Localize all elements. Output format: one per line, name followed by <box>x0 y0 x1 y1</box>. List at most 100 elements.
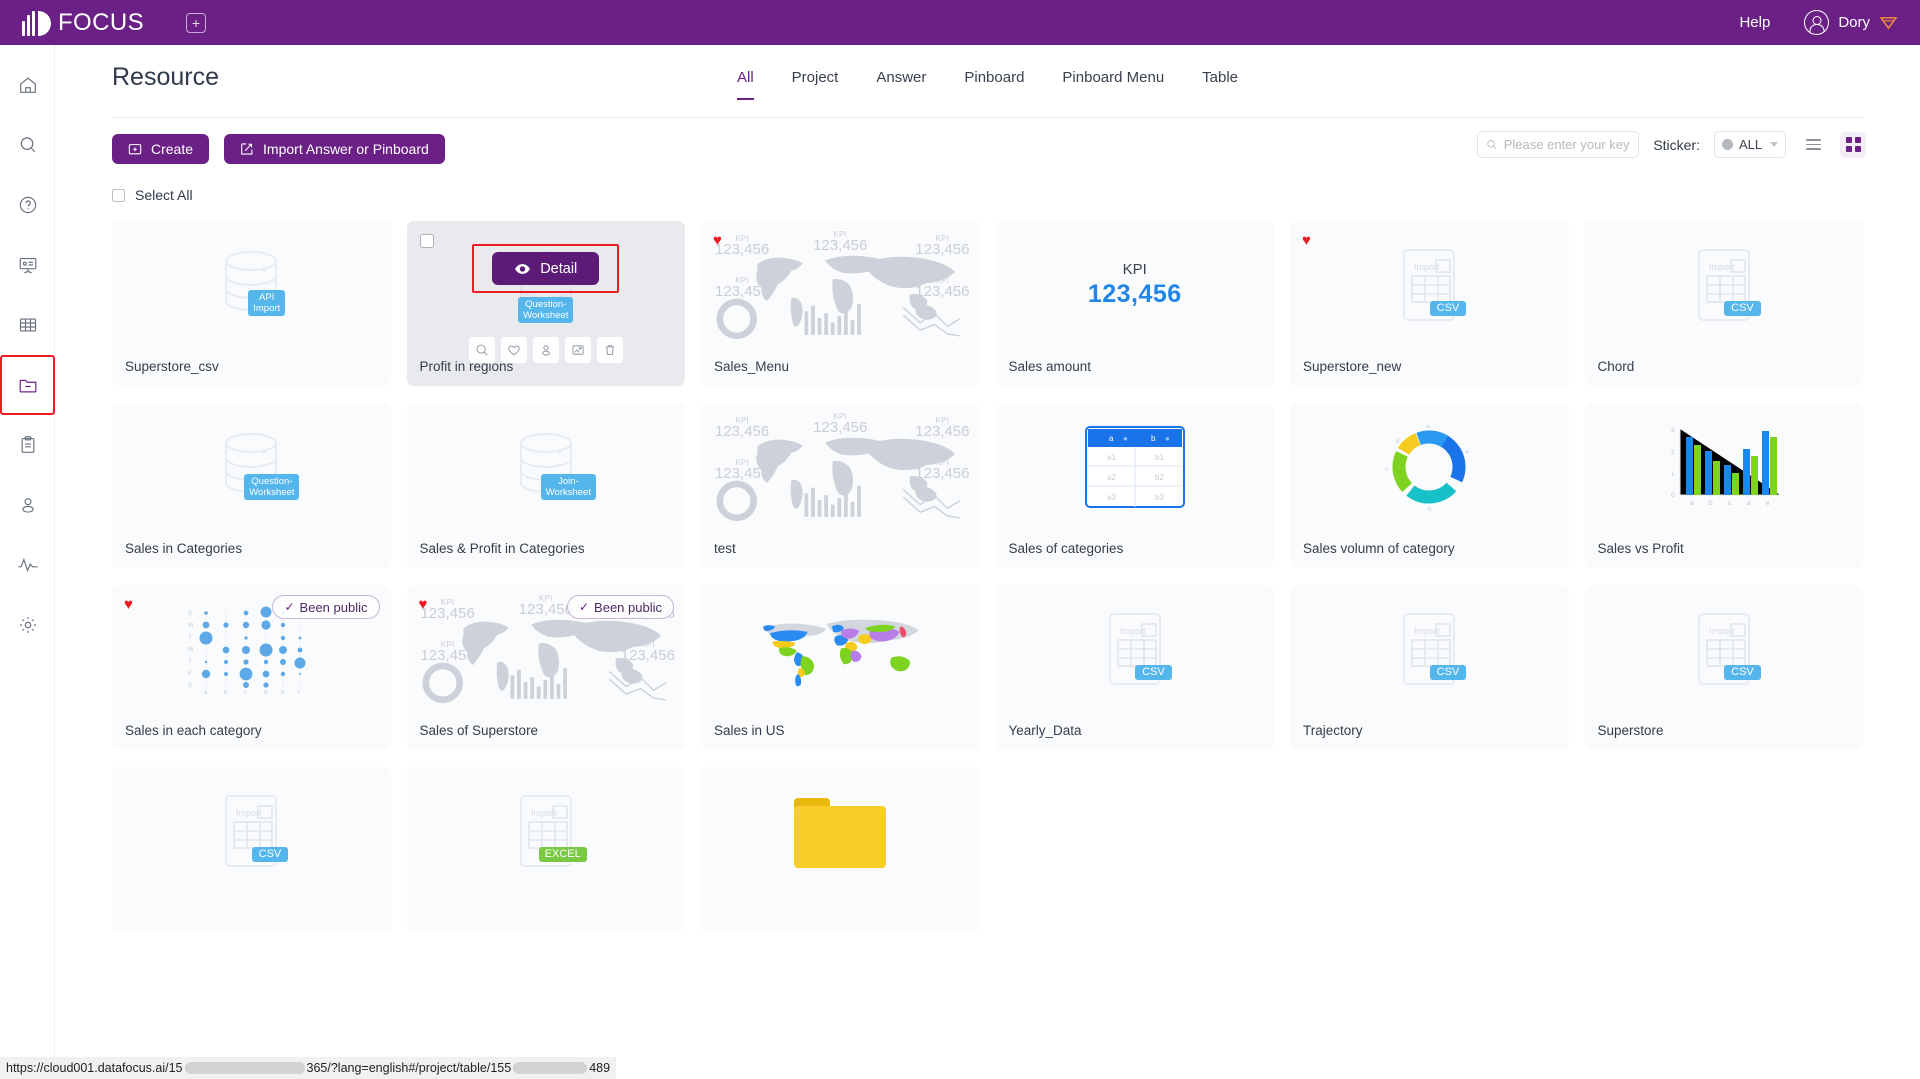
export-button[interactable] <box>564 337 591 363</box>
plus-square-icon[interactable]: + <box>186 12 206 33</box>
tab-answer[interactable]: Answer <box>876 69 926 100</box>
card-partial-excel[interactable]: Import EXCEL <box>406 767 686 932</box>
svg-text:c: c <box>1385 467 1388 473</box>
card-sales-of-superstore[interactable]: KPI 123,456 KPI 123,456 KPI 123,456 KPI 123,… <box>406 585 685 750</box>
favorite-heart-icon: ♥ <box>713 232 722 249</box>
sidebar-item-presentation[interactable] <box>0 235 55 295</box>
svg-text:M: M <box>188 623 193 629</box>
file-csv-icon: Import CSV <box>1398 246 1467 324</box>
sidebar-item-help[interactable] <box>0 175 55 235</box>
sidebar-item-home[interactable] <box>0 55 55 115</box>
svg-text:2: 2 <box>1671 449 1675 456</box>
file-csv-icon: Import CSV <box>220 792 289 870</box>
card-title: test <box>714 541 736 556</box>
sidebar-item-settings[interactable] <box>0 595 55 655</box>
card-sales-in-each-category[interactable]: SMT WTFS abc def ♥ ✓ Been public Sales i… <box>112 585 391 750</box>
sidebar-item-monitor[interactable] <box>0 535 55 595</box>
list-view-button[interactable] <box>1800 132 1826 158</box>
select-all-checkbox[interactable] <box>112 188 125 202</box>
user-menu[interactable]: Dory <box>1804 10 1898 35</box>
sidebar-item-clipboard[interactable] <box>0 415 55 475</box>
svg-text:T: T <box>188 659 192 665</box>
card-superstore-new[interactable]: Import CSV ♥ Superstore_new <box>1290 221 1569 386</box>
card-sales-amount[interactable]: KPI 123,456 Sales amount <box>995 221 1274 386</box>
search-box[interactable] <box>1477 131 1640 158</box>
folder-plus-icon <box>128 144 142 155</box>
sidebar-item-resource[interactable] <box>0 355 55 415</box>
svg-text:a: a <box>1426 424 1430 430</box>
card-thumbnail: Import CSV <box>1290 221 1569 349</box>
card-superstore-csv[interactable]: API Import Superstore_csv <box>112 221 391 386</box>
svg-text:e: e <box>281 690 285 695</box>
share-user-button[interactable] <box>532 337 559 363</box>
svg-text:S: S <box>188 611 192 617</box>
card-sales-of-categories[interactable]: a ● b ● a1 b1 a2 b2 a3 b3 Sales of categ… <box>995 403 1274 568</box>
status-url-redaction <box>513 1062 588 1074</box>
sticker-select[interactable]: ALL <box>1714 131 1786 158</box>
card-thumbnail: Import CSV <box>112 767 391 895</box>
card-test[interactable]: KPI 123,456 KPI 123,456 KPI 123,456 KPI 123,… <box>701 403 980 568</box>
tab-pinboard-menu[interactable]: Pinboard Menu <box>1062 69 1164 100</box>
mini-charts-graphic <box>716 298 961 340</box>
chevron-down-icon <box>1770 142 1778 147</box>
card-title: Superstore <box>1597 723 1664 738</box>
card-superstore[interactable]: Import CSV Superstore <box>1584 585 1863 750</box>
page-header: Resource All Project Answer Pinboard Pin… <box>55 45 1920 117</box>
search-input[interactable] <box>1503 137 1631 152</box>
favorite-button[interactable] <box>500 337 527 363</box>
brand-logo[interactable]: FOCUS <box>22 9 144 37</box>
card-profit-in-regions[interactable]: Detail Question- Worksheet Profit in reg… <box>406 221 685 386</box>
select-all-row[interactable]: Select All <box>55 180 1920 210</box>
card-partial-folder[interactable] <box>701 767 980 932</box>
card-sales-volumn-of-category[interactable]: a a b c d Sales volumn of category <box>1290 403 1569 568</box>
import-answer-pinboard-button[interactable]: Import Answer or Pinboard <box>224 134 445 164</box>
question-worksheet-tag: Question- Worksheet <box>244 474 300 500</box>
create-button[interactable]: Create <box>112 134 210 164</box>
database-icon: API Import <box>218 248 286 322</box>
card-sales-vs-profit[interactable]: 3210 abc de Sales vs Profit <box>1584 403 1863 568</box>
database-icon: Join- Worksheet <box>513 430 596 504</box>
been-public-label: Been public <box>299 599 368 615</box>
select-all-label: Select All <box>135 187 193 203</box>
delete-button[interactable] <box>596 337 623 363</box>
card-trajectory[interactable]: Import CSV Trajectory <box>1290 585 1569 750</box>
card-thumbnail: Import EXCEL <box>407 767 686 895</box>
been-public-badge: ✓ Been public <box>272 595 380 619</box>
svg-text:b: b <box>1151 434 1156 443</box>
svg-text:b: b <box>224 690 228 695</box>
sidebar-item-user[interactable] <box>0 475 55 535</box>
card-sales-menu[interactable]: KPI 123,456 KPI 123,456 KPI 123,456 KPI 123,… <box>701 221 980 386</box>
help-link[interactable]: Help <box>1739 14 1770 31</box>
sidebar-item-table[interactable] <box>0 295 55 355</box>
card-title: Sales in each category <box>125 723 262 738</box>
svg-text:●: ● <box>1165 434 1170 443</box>
card-sales-in-categories[interactable]: Question- Worksheet Sales in Categories <box>112 403 391 568</box>
card-sales-in-us[interactable]: Sales in US <box>701 585 980 750</box>
main-content: Resource All Project Answer Pinboard Pin… <box>55 45 1920 1079</box>
import-icon <box>241 143 253 155</box>
tab-table[interactable]: Table <box>1202 69 1238 100</box>
sticker-color-dot <box>1722 139 1733 150</box>
csv-tag: CSV <box>1724 301 1761 316</box>
grid-view-button[interactable] <box>1840 131 1866 158</box>
card-partial-csv[interactable]: Import CSV <box>112 767 391 932</box>
sidebar-item-search[interactable] <box>0 115 55 175</box>
eye-icon <box>515 263 531 274</box>
card-sales-profit-in-categories[interactable]: Join- Worksheet Sales & Profit in Catego… <box>406 403 685 568</box>
status-url-redaction <box>184 1062 305 1074</box>
clipboard-icon <box>21 436 34 453</box>
bar-chart-icon: 3 2 1 0 a b c d e <box>1671 427 1780 507</box>
kpi-label: KPI <box>1122 261 1147 278</box>
tab-project[interactable]: Project <box>792 69 839 100</box>
status-url-prefix: https://cloud001.datafocus.ai/15 <box>6 1061 183 1075</box>
detail-button[interactable]: Detail <box>492 252 600 285</box>
heart-icon <box>507 345 520 356</box>
tab-pinboard[interactable]: Pinboard <box>964 69 1024 100</box>
card-chord[interactable]: Import CSV Chord <box>1584 221 1863 386</box>
card-title: Sales of Superstore <box>419 723 539 738</box>
card-yearly-data[interactable]: Import CSV Yearly_Data <box>995 585 1274 750</box>
tab-all[interactable]: All <box>736 69 754 100</box>
svg-text:b1: b1 <box>1155 453 1164 462</box>
sticker-label: Sticker: <box>1653 136 1700 153</box>
preview-button[interactable] <box>468 337 495 363</box>
